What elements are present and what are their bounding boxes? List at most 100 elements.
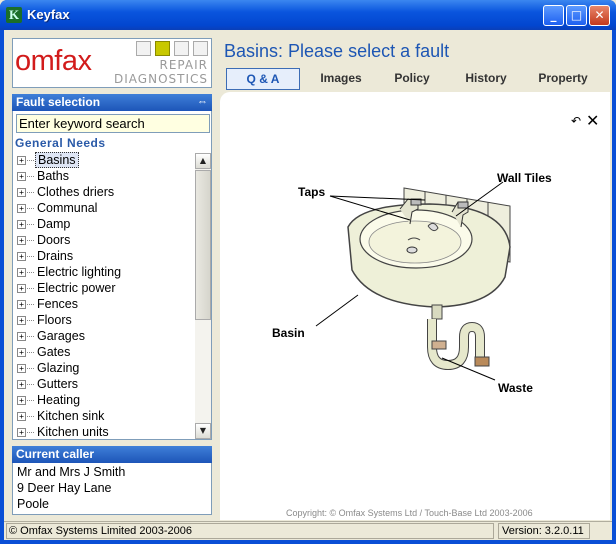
expand-plus-icon[interactable]: + bbox=[17, 172, 26, 181]
tree-connector bbox=[27, 224, 34, 225]
expand-plus-icon[interactable]: + bbox=[17, 188, 26, 197]
expand-plus-icon[interactable]: + bbox=[17, 252, 26, 261]
tree-item-label[interactable]: Fences bbox=[35, 296, 80, 312]
expand-plus-icon[interactable]: + bbox=[17, 316, 26, 325]
logo-tag-repair: REPAIR bbox=[159, 58, 208, 72]
scroll-up-arrow-icon[interactable]: ▲ bbox=[195, 153, 211, 169]
tree-item[interactable]: + Electric lighting bbox=[15, 264, 193, 280]
tree-item-label[interactable]: Drains bbox=[35, 248, 75, 264]
tree-item[interactable]: + Kitchen units bbox=[15, 424, 193, 440]
tree-scrollbar[interactable]: ▲ ▼ bbox=[195, 153, 211, 439]
copyright-notice: Copyright: © Omfax Systems Ltd / Touch-B… bbox=[286, 508, 533, 518]
tree-item[interactable]: + Garages bbox=[15, 328, 193, 344]
tree-item[interactable]: + Gutters bbox=[15, 376, 193, 392]
tree-connector bbox=[27, 192, 34, 193]
expand-plus-icon[interactable]: + bbox=[17, 300, 26, 309]
minimize-button[interactable]: _ bbox=[543, 5, 564, 26]
tree-item[interactable]: + Basins bbox=[15, 152, 193, 168]
expand-plus-icon[interactable]: + bbox=[17, 332, 26, 341]
fault-tree: + Basins + Baths + Clothes driers + Communal + Da… bbox=[15, 152, 193, 440]
tree-connector bbox=[27, 384, 34, 385]
tree-item[interactable]: + Fences bbox=[15, 296, 193, 312]
tree-item[interactable]: + Heating bbox=[15, 392, 193, 408]
tree-connector bbox=[27, 352, 34, 353]
window-title: Keyfax bbox=[27, 7, 70, 22]
tree-item[interactable]: + Glazing bbox=[15, 360, 193, 376]
tab-history[interactable]: History bbox=[450, 68, 522, 90]
expand-plus-icon[interactable]: + bbox=[17, 412, 26, 421]
tree-item[interactable]: + Clothes driers bbox=[15, 184, 193, 200]
page-title: Basins: Please select a fault bbox=[224, 41, 450, 61]
tree-connector bbox=[27, 208, 34, 209]
maximize-button[interactable]: □ bbox=[566, 5, 587, 26]
tab-images[interactable]: Images bbox=[304, 68, 378, 90]
tree-item-label[interactable]: Kitchen sink bbox=[35, 408, 106, 424]
expand-arrows-icon[interactable]: ⇔ bbox=[197, 94, 208, 111]
tab-property[interactable]: Property bbox=[526, 68, 600, 90]
tree-item-label[interactable]: Gates bbox=[35, 344, 72, 360]
expand-plus-icon[interactable]: + bbox=[17, 380, 26, 389]
tree-item-label[interactable]: Basins bbox=[35, 152, 79, 168]
tree-item-label[interactable]: Doors bbox=[35, 232, 72, 248]
app-icon: K bbox=[6, 7, 22, 23]
basin-shape[interactable] bbox=[347, 203, 511, 308]
client-area: omfax REPAIR DIAGNOSTICS Fault selection… bbox=[4, 30, 612, 540]
tree-group-general-needs[interactable]: General Needs bbox=[15, 136, 106, 150]
tree-item-label[interactable]: Gutters bbox=[35, 376, 80, 392]
tree-item-label[interactable]: Garages bbox=[35, 328, 87, 344]
tree-item-label[interactable]: Damp bbox=[35, 216, 72, 232]
status-version: Version: 3.2.0.11 bbox=[498, 523, 590, 539]
close-button[interactable]: ✕ bbox=[589, 5, 610, 26]
expand-plus-icon[interactable]: + bbox=[17, 364, 26, 373]
keyword-search-input[interactable]: Enter keyword search bbox=[16, 114, 210, 133]
caller-name: Mr and Mrs J Smith bbox=[17, 465, 126, 479]
expand-plus-icon[interactable]: + bbox=[17, 156, 26, 165]
scroll-thumb[interactable] bbox=[195, 170, 211, 320]
tree-connector bbox=[27, 160, 34, 161]
tree-item-label[interactable]: Electric lighting bbox=[35, 264, 123, 280]
tree-item[interactable]: + Communal bbox=[15, 200, 193, 216]
tree-connector bbox=[27, 176, 34, 177]
logo-square-icon bbox=[193, 41, 208, 56]
fault-selection-header: Fault selection ⇔ bbox=[12, 94, 212, 111]
expand-plus-icon[interactable]: + bbox=[17, 284, 26, 293]
expand-plus-icon[interactable]: + bbox=[17, 348, 26, 357]
tree-connector bbox=[27, 368, 34, 369]
tree-item-label[interactable]: Floors bbox=[35, 312, 74, 328]
expand-plus-icon[interactable]: + bbox=[17, 220, 26, 229]
tree-item-label[interactable]: Glazing bbox=[35, 360, 81, 376]
tree-item[interactable]: + Kitchen sink bbox=[15, 408, 193, 424]
diagram-label-wall-tiles: Wall Tiles bbox=[497, 171, 552, 185]
caller-address: 9 Deer Hay Lane bbox=[17, 481, 112, 495]
logo-tag-diagnostics: DIAGNOSTICS bbox=[114, 72, 208, 86]
expand-plus-icon[interactable]: + bbox=[17, 236, 26, 245]
expand-plus-icon[interactable]: + bbox=[17, 396, 26, 405]
tab-qa[interactable]: Q & A bbox=[226, 68, 300, 90]
tree-item[interactable]: + Drains bbox=[15, 248, 193, 264]
expand-plus-icon[interactable]: + bbox=[17, 268, 26, 277]
tree-item[interactable]: + Doors bbox=[15, 232, 193, 248]
tree-item[interactable]: + Floors bbox=[15, 312, 193, 328]
tree-item-label[interactable]: Communal bbox=[35, 200, 99, 216]
tree-item-label[interactable]: Baths bbox=[35, 168, 71, 184]
tree-item[interactable]: + Damp bbox=[15, 216, 193, 232]
tree-connector bbox=[27, 336, 34, 337]
tree-item[interactable]: + Electric power bbox=[15, 280, 193, 296]
expand-plus-icon[interactable]: + bbox=[17, 204, 26, 213]
tree-connector bbox=[27, 240, 34, 241]
title-bar[interactable]: K Keyfax _ □ ✕ bbox=[0, 0, 616, 30]
tree-connector bbox=[27, 256, 34, 257]
tree-item-label[interactable]: Clothes driers bbox=[35, 184, 116, 200]
tree-item-label[interactable]: Heating bbox=[35, 392, 82, 408]
waste-pipe-shape[interactable] bbox=[427, 304, 490, 371]
tree-connector bbox=[27, 416, 34, 417]
tree-item[interactable]: + Baths bbox=[15, 168, 193, 184]
tree-item-label[interactable]: Kitchen units bbox=[35, 424, 111, 440]
expand-plus-icon[interactable]: + bbox=[17, 428, 26, 437]
scroll-down-arrow-icon[interactable]: ▼ bbox=[195, 423, 211, 439]
fault-selection-title: Fault selection bbox=[16, 95, 101, 109]
tree-item-label[interactable]: Electric power bbox=[35, 280, 118, 296]
tree-item[interactable]: + Gates bbox=[15, 344, 193, 360]
tab-policy[interactable]: Policy bbox=[378, 68, 446, 90]
diagram-label-taps: Taps bbox=[298, 185, 325, 199]
